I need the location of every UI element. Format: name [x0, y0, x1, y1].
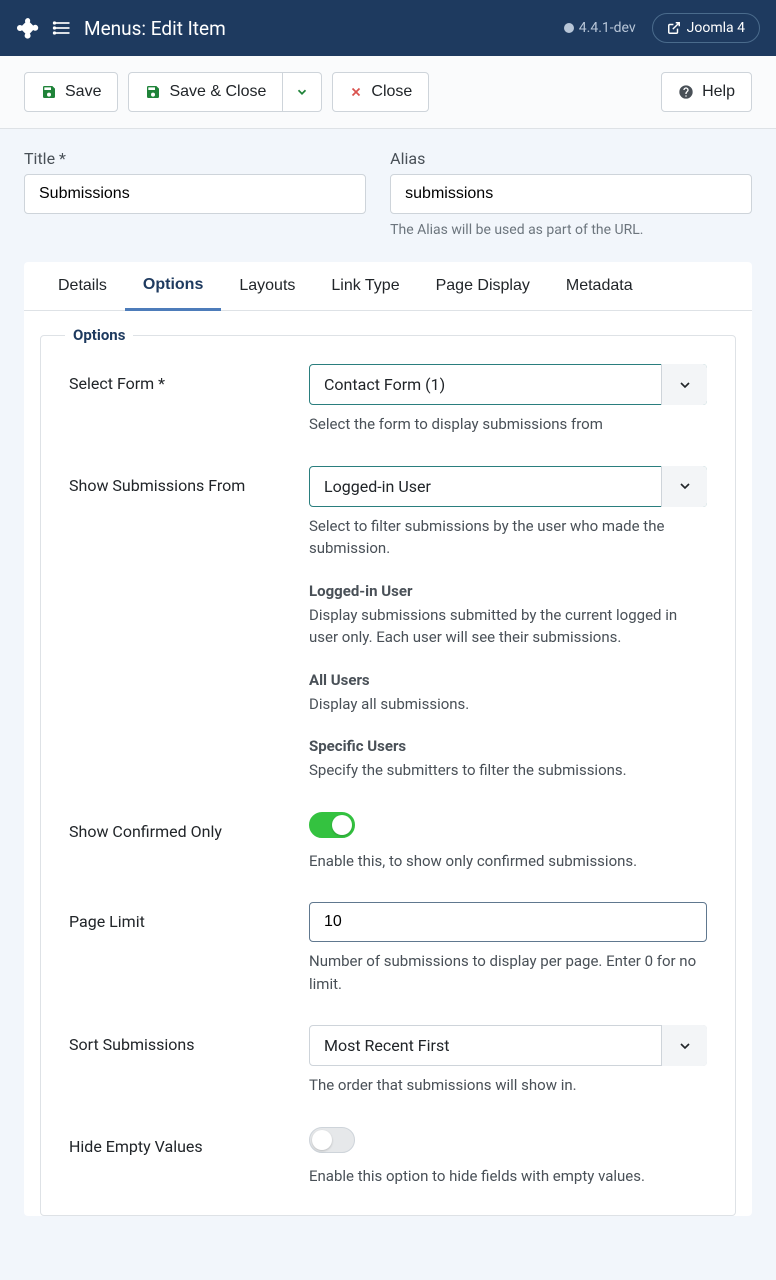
external-link-icon	[667, 21, 681, 35]
confirmed-label: Show Confirmed Only	[69, 812, 309, 873]
save-close-button[interactable]: Save & Close	[128, 72, 283, 112]
title-label: Title *	[24, 149, 366, 168]
help-all-title: All Users	[309, 671, 707, 689]
joomla-version-button[interactable]: Joomla 4	[652, 13, 760, 43]
tab-layouts[interactable]: Layouts	[221, 262, 313, 310]
confirmed-toggle[interactable]	[309, 812, 355, 838]
sort-label: Sort Submissions	[69, 1025, 309, 1097]
tabs: Details Options Layouts Link Type Page D…	[24, 262, 752, 311]
app-header: Menus: Edit Item 4.4.1-dev Joomla 4	[0, 0, 776, 56]
help-icon	[678, 84, 694, 100]
hide-empty-desc: Enable this option to hide fields with e…	[309, 1165, 707, 1188]
alias-description: The Alias will be used as part of the UR…	[390, 222, 752, 238]
options-fieldset: Options Select Form * Contact Form (1) S…	[40, 335, 736, 1216]
fieldset-legend: Options	[65, 326, 133, 344]
select-form-desc: Select the form to display submissions f…	[309, 413, 707, 436]
help-logged-title: Logged-in User	[309, 582, 707, 600]
alias-input[interactable]	[390, 174, 752, 214]
joomla-small-icon	[563, 22, 575, 34]
show-from-desc: Select to filter submissions by the user…	[309, 515, 707, 560]
chevron-down-icon	[295, 85, 309, 99]
tab-link-type[interactable]: Link Type	[313, 262, 417, 310]
tab-metadata[interactable]: Metadata	[548, 262, 651, 310]
tab-options[interactable]: Options	[125, 262, 221, 311]
help-specific-title: Specific Users	[309, 737, 707, 755]
page-title: Menus: Edit Item	[84, 17, 226, 40]
version-badge: 4.4.1-dev	[563, 20, 636, 36]
save-icon	[145, 84, 161, 100]
select-form-dropdown[interactable]: Contact Form (1)	[309, 364, 707, 405]
tab-details[interactable]: Details	[40, 262, 125, 310]
save-button[interactable]: Save	[24, 72, 118, 112]
alias-label: Alias	[390, 149, 752, 168]
menu-icon[interactable]	[52, 18, 72, 38]
close-button[interactable]: Close	[332, 72, 429, 112]
tab-page-display[interactable]: Page Display	[418, 262, 548, 310]
show-from-dropdown[interactable]: Logged-in User	[309, 466, 707, 507]
toolbar: Save Save & Close Close Help	[0, 56, 776, 129]
save-dropdown-button[interactable]	[283, 72, 322, 112]
page-limit-desc: Number of submissions to display per pag…	[309, 950, 707, 995]
sort-dropdown[interactable]: Most Recent First	[309, 1025, 707, 1066]
page-limit-label: Page Limit	[69, 902, 309, 995]
tab-panel: Details Options Layouts Link Type Page D…	[24, 262, 752, 1216]
save-icon	[41, 84, 57, 100]
joomla-logo-icon	[16, 16, 40, 40]
confirmed-desc: Enable this, to show only confirmed subm…	[309, 850, 707, 873]
save-close-group: Save & Close	[128, 72, 322, 112]
hide-empty-label: Hide Empty Values	[69, 1127, 309, 1188]
sort-desc: The order that submissions will show in.	[309, 1074, 707, 1097]
close-icon	[349, 85, 363, 99]
hide-empty-toggle[interactable]	[309, 1127, 355, 1153]
page-limit-input[interactable]	[309, 902, 707, 942]
help-all-body: Display all submissions.	[309, 693, 707, 716]
show-from-label: Show Submissions From	[69, 466, 309, 782]
help-button[interactable]: Help	[661, 72, 752, 112]
help-specific-body: Specify the submitters to filter the sub…	[309, 759, 707, 782]
select-form-label: Select Form *	[69, 364, 309, 436]
title-input[interactable]	[24, 174, 366, 214]
help-logged-body: Display submissions submitted by the cur…	[309, 604, 707, 649]
